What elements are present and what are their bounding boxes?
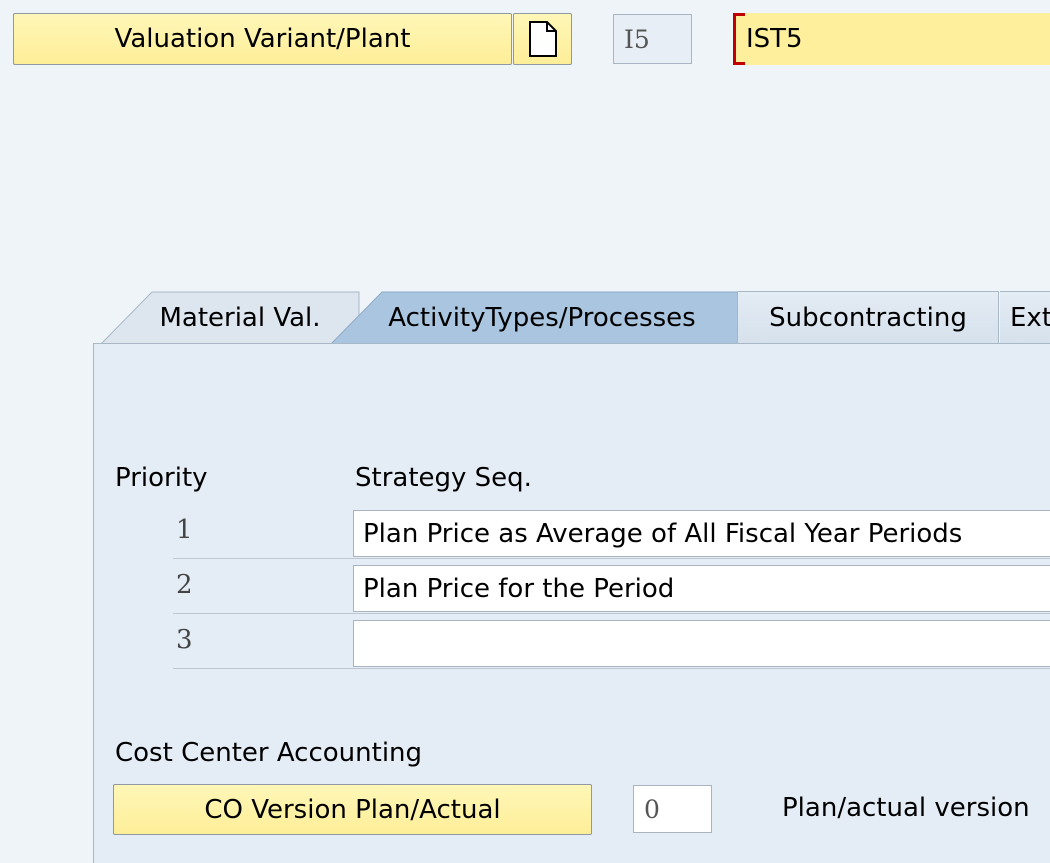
tab-ext[interactable]: Ext bbox=[1000, 291, 1050, 344]
required-marker-bottom bbox=[733, 62, 745, 65]
tab-material-val[interactable]: Material Val. bbox=[150, 291, 330, 344]
strategy-input-2[interactable]: Plan Price for the Period bbox=[353, 565, 1050, 612]
row-divider-3 bbox=[173, 668, 1050, 669]
plan-actual-version-description: Plan/actual version bbox=[782, 793, 1030, 823]
row-divider-1 bbox=[173, 558, 1050, 559]
priority-number-1: 1 bbox=[176, 515, 193, 545]
required-marker-top bbox=[733, 13, 745, 16]
valuation-variant-plant-button[interactable]: Valuation Variant/Plant bbox=[13, 13, 512, 65]
strategy-input-3[interactable] bbox=[353, 620, 1050, 667]
cost-center-accounting-label: Cost Center Accounting bbox=[115, 738, 423, 768]
tab-material-val-label: Material Val. bbox=[159, 302, 321, 333]
co-version-value: 0 bbox=[644, 794, 660, 824]
document-icon bbox=[528, 21, 557, 57]
tab-subcontracting-label: Subcontracting bbox=[769, 303, 967, 333]
tab-ext-label: Ext bbox=[1010, 303, 1050, 333]
valuation-variant-code: I5 bbox=[624, 24, 650, 54]
row-divider-2 bbox=[173, 613, 1050, 614]
strategy-seq-header: Strategy Seq. bbox=[355, 463, 532, 493]
valuation-variant-plant-label: Valuation Variant/Plant bbox=[114, 24, 411, 54]
tab-activity-types-processes[interactable]: ActivityTypes/Processes bbox=[372, 291, 712, 344]
tab-activity-types-processes-label: ActivityTypes/Processes bbox=[388, 302, 696, 333]
co-version-plan-actual-label: CO Version Plan/Actual bbox=[204, 794, 501, 825]
strategy-value-2: Plan Price for the Period bbox=[363, 573, 675, 604]
valuation-variant-code-field: I5 bbox=[613, 14, 692, 64]
priority-number-2: 2 bbox=[176, 570, 193, 600]
valuation-variant-description-field[interactable]: IST5 bbox=[733, 13, 1050, 65]
strategy-input-1[interactable]: Plan Price as Average of All Fiscal Year… bbox=[353, 510, 1050, 557]
tab-subcontracting[interactable]: Subcontracting bbox=[738, 291, 999, 344]
valuation-variant-description: IST5 bbox=[746, 24, 803, 54]
priority-header: Priority bbox=[115, 463, 208, 493]
co-version-input[interactable]: 0 bbox=[633, 785, 712, 833]
strategy-value-1: Plan Price as Average of All Fiscal Year… bbox=[363, 518, 963, 549]
new-document-button[interactable] bbox=[513, 13, 572, 65]
co-version-plan-actual-button[interactable]: CO Version Plan/Actual bbox=[113, 784, 592, 835]
priority-number-3: 3 bbox=[176, 625, 193, 655]
